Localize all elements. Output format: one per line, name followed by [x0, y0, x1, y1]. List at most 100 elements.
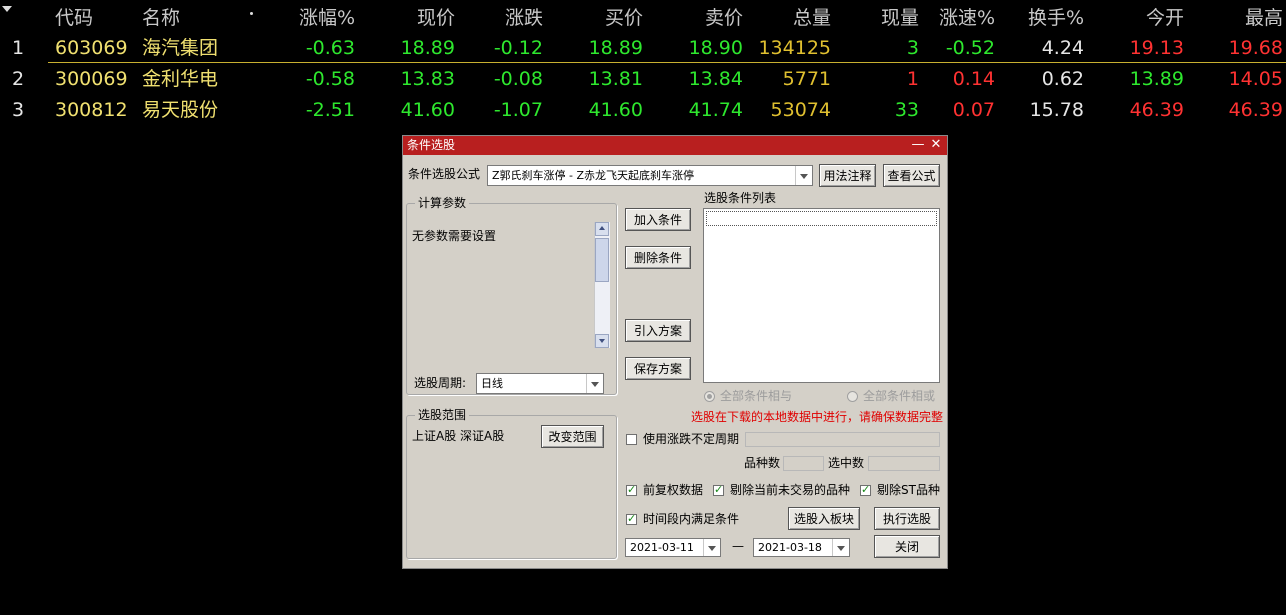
- condition-list[interactable]: [703, 208, 940, 383]
- col-header-bid[interactable]: 买价: [560, 3, 643, 33]
- row-vol: 134125: [758, 37, 831, 59]
- row-price: 41.60: [400, 99, 455, 121]
- row-open: 19.13: [1129, 37, 1184, 59]
- table-header: 代码 名称 涨幅% 现价 涨跌 买价 卖价 总量 现量 涨速% 换手% 今开 最…: [0, 3, 1286, 33]
- col-header-turnover[interactable]: 换手%: [1005, 3, 1084, 33]
- date-to-value: 2021-03-18: [758, 541, 822, 554]
- col-header-price[interactable]: 现价: [375, 3, 455, 33]
- formula-select[interactable]: Z郭氏刹车涨停 - Z赤龙飞天起底刹车涨停: [487, 165, 813, 186]
- dialog-titlebar[interactable]: 条件选股 — ✕: [403, 136, 947, 155]
- row-name: 易天股份: [142, 99, 219, 121]
- close-icon[interactable]: ✕: [929, 137, 943, 152]
- close-button[interactable]: 关闭: [874, 535, 940, 558]
- row-code: 603069: [55, 37, 128, 59]
- radio-and[interactable]: [704, 391, 715, 402]
- add-condition-button[interactable]: 加入条件: [625, 208, 691, 231]
- row-chg-pct: -0.63: [305, 37, 355, 59]
- col-header-high[interactable]: 最高: [1200, 3, 1283, 33]
- warning-text: 选股在下载的本地数据中进行，请确保数据完整: [691, 410, 944, 424]
- row-name: 海汽集团: [142, 37, 219, 59]
- change-scope-button[interactable]: 改变范围: [541, 425, 604, 448]
- row-turnover: 0.62: [1041, 68, 1084, 90]
- save-plan-button[interactable]: 保存方案: [625, 357, 691, 380]
- minimize-icon[interactable]: —: [911, 137, 925, 152]
- radio-or-label: 全部条件相或: [863, 389, 936, 403]
- row-chg: -0.12: [493, 37, 543, 59]
- col-header-chg[interactable]: 涨跌: [465, 3, 543, 33]
- row-code: 300069: [55, 68, 128, 90]
- row-turnover: 4.24: [1041, 37, 1084, 59]
- list-focus-row[interactable]: [706, 211, 937, 226]
- formula-value: Z郭氏刹车涨停 - Z赤龙飞天起底刹车涨停: [492, 169, 695, 182]
- count-field: [783, 456, 824, 471]
- scope-group-title: 选股范围: [415, 408, 470, 423]
- row-cur-vol: 3: [906, 37, 919, 59]
- row-bid: 41.60: [588, 99, 643, 121]
- date-from-select[interactable]: 2021-03-11: [625, 538, 721, 557]
- row-speed: 0.14: [952, 68, 995, 90]
- adjusted-data-checkbox[interactable]: [626, 483, 637, 496]
- period-select[interactable]: 日线: [476, 373, 604, 394]
- col-header-speed[interactable]: 涨速%: [925, 3, 995, 33]
- row-high: 19.68: [1228, 37, 1283, 59]
- row-vol: 53074: [770, 99, 831, 121]
- time-range-checkbox[interactable]: [626, 512, 637, 525]
- count-label: 品种数: [744, 456, 781, 470]
- table-row[interactable]: 3 300812 易天股份 -2.51 41.60 -1.07 41.60 41…: [0, 95, 1286, 125]
- column-marker-icon: [250, 12, 253, 15]
- chevron-down-icon[interactable]: [832, 539, 849, 556]
- condition-list-label: 选股条件列表: [704, 191, 777, 205]
- date-separator: —: [732, 539, 744, 553]
- exclude-notrade-checkbox[interactable]: [713, 483, 724, 496]
- table-row[interactable]: 2 300069 金利华电 -0.58 13.83 -0.08 13.81 13…: [0, 64, 1286, 94]
- col-header-chg-pct[interactable]: 涨幅%: [270, 3, 355, 33]
- delete-condition-button[interactable]: 删除条件: [625, 246, 691, 269]
- scroll-thumb[interactable]: [595, 238, 609, 282]
- run-selection-button[interactable]: 执行选股: [874, 507, 940, 530]
- condition-stock-picker-dialog: 条件选股 — ✕ 条件选股公式 Z郭氏刹车涨停 - Z赤龙飞天起底刹车涨停 用法…: [402, 135, 948, 569]
- chevron-down-icon[interactable]: [586, 374, 603, 393]
- sort-desc-icon[interactable]: [2, 6, 12, 12]
- col-header-code[interactable]: 代码: [55, 3, 93, 33]
- scroll-down-icon[interactable]: [595, 334, 609, 348]
- col-header-ask[interactable]: 卖价: [660, 3, 743, 33]
- exclude-st-checkbox[interactable]: [860, 483, 871, 496]
- add-to-block-button[interactable]: 选股入板块: [788, 507, 860, 530]
- row-turnover: 15.78: [1029, 99, 1084, 121]
- selected-label: 选中数: [828, 456, 865, 470]
- row-open: 13.89: [1129, 68, 1184, 90]
- chevron-down-icon[interactable]: [795, 166, 812, 185]
- exclude-notrade-label: 剔除当前未交易的品种: [730, 483, 851, 497]
- radio-or[interactable]: [847, 391, 858, 402]
- row-index: 2: [12, 68, 25, 90]
- row-index: 3: [12, 99, 25, 121]
- row-cur-vol: 1: [906, 68, 919, 90]
- exclude-st-label: 剔除ST品种: [877, 483, 940, 497]
- col-header-name[interactable]: 名称: [142, 3, 180, 33]
- view-formula-button[interactable]: 查看公式: [883, 164, 940, 187]
- row-index: 1: [12, 37, 25, 59]
- use-period-checkbox[interactable]: [626, 434, 637, 445]
- time-range-label: 时间段内满足条件: [643, 512, 740, 526]
- row-ask: 13.84: [688, 68, 743, 90]
- params-scrollbar[interactable]: [594, 222, 610, 348]
- col-header-vol[interactable]: 总量: [745, 3, 831, 33]
- row-name: 金利华电: [142, 68, 219, 90]
- date-to-select[interactable]: 2021-03-18: [753, 538, 850, 557]
- dialog-title: 条件选股: [407, 138, 456, 152]
- row-cur-vol: 33: [894, 99, 919, 121]
- col-header-cur-vol[interactable]: 现量: [840, 3, 919, 33]
- scroll-up-icon[interactable]: [595, 222, 609, 236]
- row-chg: -0.08: [493, 68, 543, 90]
- row-speed: -0.52: [945, 37, 995, 59]
- adjusted-data-label: 前复权数据: [643, 483, 704, 497]
- formula-label: 条件选股公式: [408, 167, 481, 181]
- row-chg-pct: -0.58: [305, 68, 355, 90]
- import-plan-button[interactable]: 引入方案: [625, 319, 691, 342]
- table-row[interactable]: 1 603069 海汽集团 -0.63 18.89 -0.12 18.89 18…: [0, 33, 1286, 63]
- chevron-down-icon[interactable]: [703, 539, 720, 556]
- row-ask: 41.74: [688, 99, 743, 121]
- col-header-open[interactable]: 今开: [1100, 3, 1184, 33]
- period-value: 日线: [481, 377, 503, 390]
- usage-notes-button[interactable]: 用法注释: [819, 164, 876, 187]
